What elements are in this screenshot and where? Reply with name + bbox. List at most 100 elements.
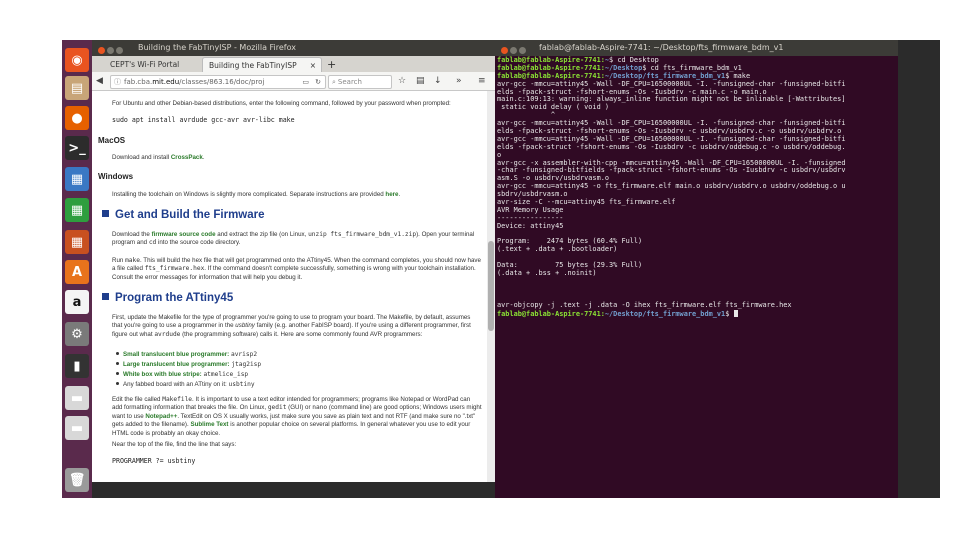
text-span: Edit the file called: [112, 396, 163, 403]
bookmark-star-icon[interactable]: ☆: [398, 75, 406, 87]
sublime-link[interactable]: Sublime Text: [190, 421, 228, 428]
terminal-line: Device: attiny45: [497, 221, 895, 231]
software-center-icon[interactable]: A: [65, 260, 89, 284]
url-bar[interactable]: ⓘ fab.cba.mit.edu/classes/863.16/doc/proj…: [110, 75, 326, 89]
launcher-glyph: ▬: [70, 390, 84, 406]
drive-icon-2[interactable]: ▬: [65, 416, 89, 440]
back-arrow-icon[interactable]: ◀: [96, 75, 103, 87]
programmer-label: Small translucent blue programmer:: [123, 351, 230, 358]
build-firmware-title: Get and Build the Firmware: [115, 209, 265, 221]
writer-icon[interactable]: ▦: [65, 167, 89, 191]
program-paragraph: First, update the Makefile for the type …: [112, 314, 482, 339]
calc-icon[interactable]: ▦: [65, 198, 89, 222]
tab-fabtinyisp[interactable]: Building the FabTinyISP ×: [202, 57, 322, 72]
minimize-icon[interactable]: [510, 47, 517, 54]
tab-wifi-portal[interactable]: CEPT's Wi-Fi Portal: [104, 57, 200, 72]
terminal-output[interactable]: fablab@fablab-Aspire-7741:~$ cd Desktop f…: [497, 56, 895, 495]
impress-icon[interactable]: ▦: [65, 230, 89, 254]
windows-text: Installing the toolchain on Windows is s…: [112, 191, 401, 198]
launcher-glyph: ▮: [73, 358, 81, 374]
bullet-dot: [116, 352, 119, 355]
output-text: ----------------: [497, 213, 564, 222]
firefox-icon[interactable]: ●: [65, 106, 89, 130]
tab-close-icon[interactable]: ×: [310, 58, 316, 72]
hex-file-code: fts_firmware.hex: [144, 265, 205, 273]
hamburger-menu-icon[interactable]: ≡: [478, 75, 486, 87]
page-content: For Ubuntu and other Debian-based distri…: [92, 91, 487, 482]
output-text: avr-gcc -x assembler-with-cpp -mmcu=atti…: [497, 158, 846, 167]
windows-heading: Windows: [98, 172, 134, 181]
launcher-glyph: ▬: [70, 420, 84, 436]
ubuntu-dash-icon[interactable]: ◉: [65, 48, 89, 72]
program-attiny-title: Program the ATtiny45: [115, 292, 234, 304]
output-text: (.text + .data + .bootloader): [497, 245, 618, 254]
output-text: main.c:109:13: warning: always_inline fu…: [497, 95, 846, 104]
reload-icon[interactable]: ↻: [315, 76, 321, 88]
program-attiny-heading: Program the ATtiny45: [102, 292, 233, 304]
windows-instructions-link[interactable]: here: [385, 191, 398, 198]
terminal-line: (.data + .bss + .noinit): [497, 269, 895, 278]
url-prefix: fab.cba.: [124, 78, 153, 86]
search-field[interactable]: ⌕ Search: [328, 75, 392, 89]
close-icon[interactable]: [98, 47, 105, 54]
maximize-icon[interactable]: [116, 47, 123, 54]
output-text: (.data + .bss + .noinit): [497, 269, 597, 278]
usb-drive-icon[interactable]: ▮: [65, 354, 89, 378]
firmware-source-link[interactable]: firmware source code: [152, 231, 216, 238]
new-tab-button[interactable]: +: [324, 57, 340, 72]
tab-label: Building the FabTinyISP: [209, 61, 297, 70]
launcher-glyph: ▤: [70, 80, 84, 96]
command-text: cd fts_firmware_bdm_v1: [646, 63, 742, 72]
output-text: Data: 75 bytes (29.3% Full): [497, 261, 643, 270]
amazon-icon[interactable]: a: [65, 290, 89, 314]
bullet-dot: [116, 372, 119, 375]
reader-view-icon[interactable]: ▭: [302, 76, 309, 88]
minimize-icon[interactable]: [107, 47, 114, 54]
url-domain: mit.edu: [152, 78, 180, 86]
terminal-title: fablab@fablab-Aspire-7741: ~/Desktop/fts…: [539, 43, 784, 52]
gedit-code: gedit: [267, 404, 287, 412]
page-scrollbar[interactable]: [487, 91, 495, 482]
list-item: Large translucent blue programmer: jtag2…: [116, 361, 261, 369]
terminal-line: elds -fpack-struct -fshort-enums -Os -Iu…: [497, 143, 895, 152]
programmer-code: usbtiny: [228, 381, 255, 388]
ubuntu-command: sudo apt install avrdude gcc-avr avr-lib…: [112, 116, 295, 124]
output-text: avr-gcc -mmcu=attiny45 -o fts_firmware.e…: [497, 182, 846, 191]
trash-icon[interactable]: 🗑: [65, 468, 89, 492]
programmer-code: avrisp2: [230, 351, 258, 358]
notepadpp-link[interactable]: Notepad++: [145, 413, 177, 420]
text-span: Download the: [112, 231, 152, 238]
window-title: Building the FabTinyISP - Mozilla Firefo…: [138, 43, 297, 52]
launcher-glyph: a: [72, 294, 82, 310]
overflow-chevron-icon[interactable]: »: [456, 75, 462, 87]
output-text: -char -funsigned-bitfields -fpack-struct…: [497, 166, 846, 175]
info-icon[interactable]: ⓘ: [114, 78, 121, 86]
command-text: cd Desktop: [613, 56, 659, 64]
close-icon[interactable]: [501, 47, 508, 54]
terminal-line: static void delay ( void ): [497, 103, 895, 112]
list-item: Any fabbed board with an ATtiny on it: u…: [116, 381, 255, 389]
terminal-line: avr-objcopy -j .text -j .data -O ihex ft…: [497, 301, 895, 310]
drive-icon[interactable]: ▬: [65, 386, 89, 410]
url-path: /classes/863.16/doc/proj: [179, 78, 265, 86]
crosspack-link[interactable]: CrossPack: [171, 154, 203, 161]
avrdude-code: avrdude: [154, 330, 181, 338]
search-icon: ⌕: [332, 78, 336, 86]
output-text: elds -fpack-struct -fshort-enums -Os -Iu…: [497, 87, 767, 96]
download-icon[interactable]: ↓: [434, 75, 442, 87]
terminal-icon[interactable]: >_: [65, 136, 89, 160]
maximize-icon[interactable]: [519, 47, 526, 54]
list-item: White box with blue stripe: atmelice_isp: [116, 371, 248, 379]
near-top-text: Near the top of the file, find the line …: [112, 441, 237, 448]
scrollbar-thumb[interactable]: [488, 241, 494, 331]
edit-makefile-paragraph: Edit the file called Makefile. It is imp…: [112, 396, 482, 438]
files-icon[interactable]: ▤: [65, 76, 89, 100]
output-text: Device: attiny45: [497, 221, 564, 230]
navigation-toolbar: ◀ ⓘ fab.cba.mit.edu/classes/863.16/doc/pr…: [92, 72, 495, 91]
launcher-glyph: ●: [71, 110, 83, 126]
settings-icon[interactable]: ⚙: [65, 322, 89, 346]
terminal-cursor: [733, 309, 738, 317]
library-icon[interactable]: ▤: [416, 75, 425, 87]
terminal-titlebar: fablab@fablab-Aspire-7741: ~/Desktop/fts…: [495, 40, 898, 56]
launcher-glyph: ▦: [70, 234, 84, 250]
